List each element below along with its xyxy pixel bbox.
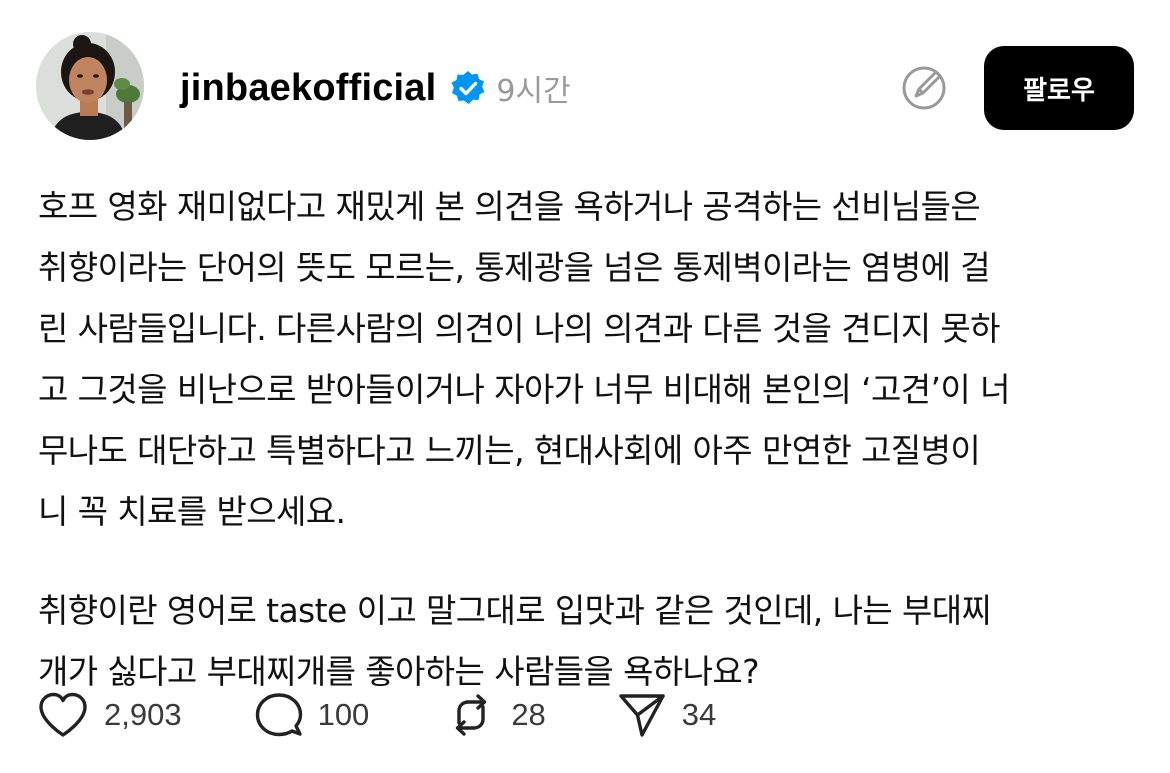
follow-button[interactable]: 팔로우 (984, 46, 1134, 130)
avatar[interactable] (36, 32, 144, 140)
post-time: 9시간 (496, 74, 571, 109)
comment-button[interactable]: 100 (254, 690, 370, 740)
like-count: 2,903 (104, 697, 182, 732)
repost-icon (456, 694, 487, 736)
post-text-line: 취향이란 영어로 taste 이고 말그대로 입맛과 같은 것인데, 나는 부대… (38, 591, 992, 630)
post-text-line: 무나도 대단하고 특별하다고 느끼는, 현대사회에 아주 만연한 고질병이 (38, 431, 981, 470)
like-button[interactable]: 2,903 (36, 690, 182, 740)
heart-icon (39, 692, 87, 737)
action-bar: 2,903 100 28 34 (36, 688, 716, 742)
verified-badge-icon (450, 70, 486, 106)
share-count: 34 (681, 697, 717, 732)
repost-button[interactable]: 28 (445, 689, 546, 741)
avatar-image (36, 32, 144, 140)
comment-icon (255, 693, 302, 737)
share-button[interactable]: 34 (616, 689, 716, 741)
repost-count: 28 (511, 697, 546, 732)
post-text-line: 호프 영화 재미없다고 재밌게 본 의견을 욕하거나 공격하는 선비님들은 (38, 187, 981, 226)
send-icon (619, 694, 665, 737)
post-text-line: 고 그것을 비난으로 받아들이거나 자아가 너무 비대해 본인의 ‘고견’이 너 (38, 370, 1010, 409)
post-text-line: 취향이라는 단어의 뜻도 모르는, 통제광을 넘은 통제벽이라는 염병에 걸 (38, 248, 991, 287)
post-text-line: 린 사람들입니다. 다른사람의 의견이 나의 의견과 다른 것을 견디지 못하 (38, 309, 1001, 348)
post-text-line: 니 꼭 치료를 받으세요. (38, 492, 346, 531)
thread-post: jinbaekofficial 9시간 팔로우 호프 영화 재미없다고 재밌게 … (0, 0, 1170, 773)
post-body: 호프 영화 재미없다고 재밌게 본 의견을 욕하거나 공격하는 선비님들은 취향… (38, 176, 1138, 702)
username[interactable]: jinbaekofficial (180, 67, 436, 110)
post-header: jinbaekofficial 9시간 (180, 60, 571, 116)
edit-icon[interactable] (898, 62, 950, 114)
comment-count: 100 (317, 697, 370, 732)
